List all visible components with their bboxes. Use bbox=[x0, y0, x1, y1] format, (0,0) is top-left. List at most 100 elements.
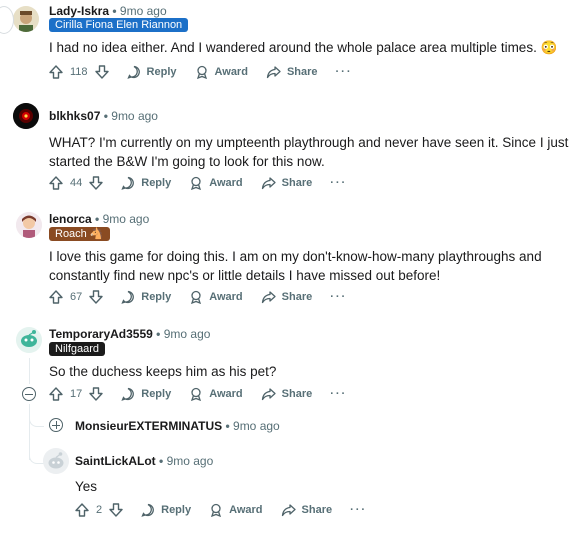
reply-icon bbox=[121, 176, 135, 190]
expand-thread-button[interactable] bbox=[49, 418, 63, 432]
share-button[interactable]: Share bbox=[261, 176, 312, 190]
upvote-icon[interactable] bbox=[75, 503, 89, 517]
vote-count: 2 bbox=[96, 504, 103, 516]
award-label: Award bbox=[229, 504, 263, 516]
upvote-icon[interactable] bbox=[49, 176, 63, 190]
timestamp[interactable]: 9mo ago bbox=[111, 109, 158, 123]
award-label: Award bbox=[209, 291, 243, 303]
reply-button[interactable]: Reply bbox=[141, 503, 191, 517]
reply-icon bbox=[126, 65, 140, 79]
award-icon bbox=[196, 65, 207, 79]
award-button[interactable]: Award bbox=[189, 290, 243, 304]
more-options-button[interactable]: ··· bbox=[330, 177, 347, 189]
share-label: Share bbox=[281, 388, 313, 400]
share-button[interactable]: Share bbox=[281, 503, 333, 517]
username[interactable]: SaintLickALot bbox=[75, 454, 156, 468]
more-options-button[interactable]: ··· bbox=[336, 66, 353, 78]
share-label: Share bbox=[301, 504, 333, 516]
reply-icon bbox=[121, 290, 135, 304]
reply-button[interactable]: Reply bbox=[121, 176, 171, 190]
downvote-icon[interactable] bbox=[89, 176, 103, 190]
share-button[interactable]: Share bbox=[261, 387, 313, 401]
partial-avatar bbox=[0, 6, 14, 34]
award-icon bbox=[191, 387, 202, 401]
vote-controls: 67 bbox=[49, 290, 103, 304]
timestamp[interactable]: 9mo ago bbox=[164, 327, 211, 341]
award-button[interactable]: Award bbox=[189, 176, 243, 190]
upvote-icon[interactable] bbox=[49, 387, 63, 401]
comment-text: WHAT? I'm currently on my umpteenth play… bbox=[49, 135, 569, 169]
award-icon bbox=[211, 503, 222, 517]
user-flair: Roach 🐴 bbox=[49, 227, 110, 241]
downvote-icon[interactable] bbox=[89, 290, 103, 304]
collapse-thread-button[interactable] bbox=[22, 387, 36, 401]
award-button[interactable]: Award bbox=[209, 503, 263, 517]
comment-actions: 2 Reply Award Share ··· bbox=[75, 500, 385, 520]
vote-count: 17 bbox=[70, 388, 83, 400]
share-icon bbox=[266, 66, 281, 79]
reply-button[interactable]: Reply bbox=[126, 65, 177, 79]
share-icon bbox=[261, 388, 276, 401]
user-flair: Nilfgaard bbox=[49, 342, 106, 356]
thread-line bbox=[29, 404, 30, 460]
award-label: Award bbox=[209, 177, 243, 189]
avatar[interactable] bbox=[13, 103, 39, 129]
share-label: Share bbox=[286, 66, 318, 78]
share-button[interactable]: Share bbox=[261, 290, 312, 304]
vote-controls: 118 bbox=[49, 65, 109, 79]
username[interactable]: lenorca bbox=[49, 212, 92, 226]
timestamp[interactable]: 9mo ago bbox=[103, 212, 150, 226]
comment-actions: 44 Reply Award Share ··· bbox=[49, 173, 365, 193]
separator: • bbox=[112, 4, 117, 18]
share-icon bbox=[281, 504, 296, 517]
username[interactable]: Lady-Iskra bbox=[49, 4, 109, 18]
timestamp[interactable]: 9mo ago bbox=[167, 454, 214, 468]
award-icon bbox=[191, 290, 202, 304]
more-label: ··· bbox=[330, 177, 348, 189]
share-icon bbox=[261, 291, 276, 304]
award-icon bbox=[191, 176, 202, 190]
avatar[interactable] bbox=[13, 6, 39, 32]
reply-button[interactable]: Reply bbox=[121, 387, 171, 401]
more-options-button[interactable]: ··· bbox=[330, 388, 347, 400]
separator: • bbox=[156, 327, 161, 341]
reply-icon bbox=[121, 387, 135, 401]
avatar[interactable] bbox=[16, 327, 42, 353]
award-button[interactable]: Award bbox=[189, 387, 243, 401]
thread-connector bbox=[29, 455, 44, 464]
comment-text: Yes bbox=[75, 479, 98, 494]
more-options-button[interactable]: ··· bbox=[330, 291, 347, 303]
more-label: ··· bbox=[330, 388, 348, 400]
upvote-icon[interactable] bbox=[49, 65, 63, 79]
separator: • bbox=[103, 109, 108, 123]
comment-actions: 67 Reply Award Share ··· bbox=[49, 287, 365, 307]
vote-count: 67 bbox=[70, 291, 83, 303]
reply-label: Reply bbox=[146, 66, 177, 78]
username[interactable]: blkhks07 bbox=[49, 109, 100, 123]
more-label: ··· bbox=[350, 504, 368, 516]
award-label: Award bbox=[209, 388, 243, 400]
separator: • bbox=[225, 419, 230, 433]
downvote-icon[interactable] bbox=[109, 503, 123, 517]
timestamp[interactable]: 9mo ago bbox=[233, 419, 280, 433]
downvote-icon[interactable] bbox=[89, 387, 103, 401]
comment-actions: 17 Reply Award Share ··· bbox=[49, 384, 365, 404]
avatar[interactable] bbox=[16, 212, 42, 238]
timestamp[interactable]: 9mo ago bbox=[120, 4, 167, 18]
more-options-button[interactable]: ··· bbox=[350, 504, 367, 516]
avatar[interactable] bbox=[43, 448, 69, 474]
reply-button[interactable]: Reply bbox=[121, 290, 171, 304]
award-button[interactable]: Award bbox=[195, 65, 248, 79]
reply-label: Reply bbox=[141, 388, 172, 400]
username[interactable]: MonsieurEXTERMINATUS bbox=[75, 419, 222, 433]
upvote-icon[interactable] bbox=[49, 290, 63, 304]
separator: • bbox=[159, 454, 164, 468]
username[interactable]: TemporaryAd3559 bbox=[49, 327, 153, 341]
comment-text: So the duchess keeps him as his pet? bbox=[49, 364, 277, 379]
reply-icon bbox=[141, 503, 154, 517]
share-button[interactable]: Share bbox=[266, 65, 318, 79]
vote-count: 118 bbox=[70, 66, 88, 78]
more-label: ··· bbox=[335, 66, 353, 78]
minus-icon bbox=[25, 393, 33, 395]
downvote-icon[interactable] bbox=[94, 65, 109, 79]
